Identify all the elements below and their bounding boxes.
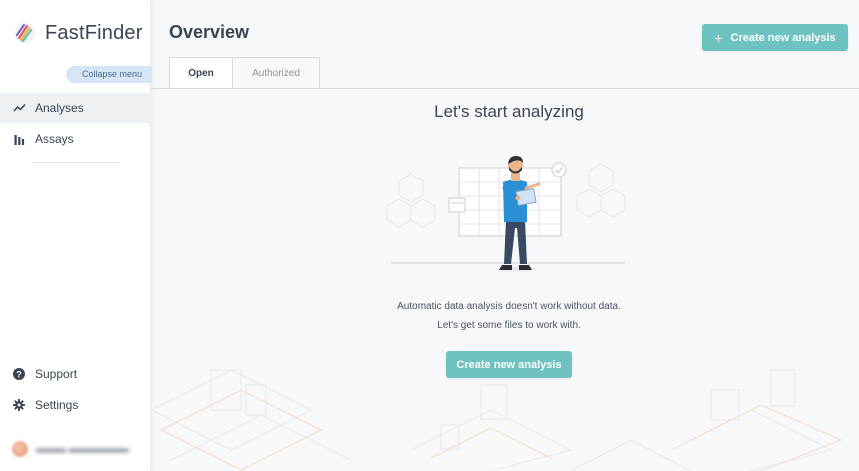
collapse-menu-button[interactable]: Collapse menu	[66, 66, 152, 83]
empty-state-title: Let's start analyzing	[434, 102, 584, 121]
page-title: Overview	[169, 22, 250, 42]
sidebar-item-label: Support	[35, 367, 78, 381]
avatar	[12, 441, 28, 457]
create-new-analysis-button-center[interactable]: Create new analysis	[446, 351, 572, 378]
sidebar-item-analyses[interactable]: Analyses	[0, 93, 151, 123]
analyst-illustration	[386, 156, 626, 272]
create-new-analysis-button[interactable]: + Create new analysis	[702, 24, 848, 51]
question-circle-icon: ?	[12, 367, 26, 381]
sidebar-item-settings[interactable]: Settings	[0, 390, 151, 420]
sidebar-divider	[33, 162, 119, 163]
line-chart-icon	[12, 101, 26, 115]
sidebar-item-support[interactable]: ? Support	[0, 359, 151, 389]
user-name-blurred: ▬▬▬ ▬▬▬▬▬▬	[36, 443, 129, 455]
brand-name: FastFinder	[45, 21, 143, 44]
plus-icon: +	[714, 29, 723, 46]
empty-state-message: Automatic data analysis doesn't work wit…	[397, 301, 621, 312]
tabs-divider	[151, 88, 859, 89]
button-label: Create new analysis	[730, 31, 836, 44]
sidebar-item-label: Assays	[35, 132, 74, 146]
brand[interactable]: FastFinder	[14, 20, 143, 46]
tab-open[interactable]: Open	[169, 57, 233, 89]
user-profile[interactable]: ▬▬▬ ▬▬▬▬▬▬	[12, 439, 129, 459]
gear-icon	[12, 398, 26, 412]
bar-chart-icon	[12, 132, 26, 146]
svg-text:?: ?	[16, 369, 22, 379]
main-content: Overview + Create new analysis Open Auth…	[151, 0, 859, 471]
sidebar-item-label: Analyses	[35, 101, 84, 115]
sidebar: FastFinder Collapse menu Analyses Assays…	[0, 0, 152, 471]
sidebar-item-assays[interactable]: Assays	[0, 124, 151, 154]
empty-state-message: Let's get some files to work with.	[437, 320, 581, 331]
sidebar-item-label: Settings	[35, 398, 79, 412]
fastfinder-logo-icon	[15, 23, 35, 43]
tab-authorized[interactable]: Authorized	[233, 57, 320, 89]
